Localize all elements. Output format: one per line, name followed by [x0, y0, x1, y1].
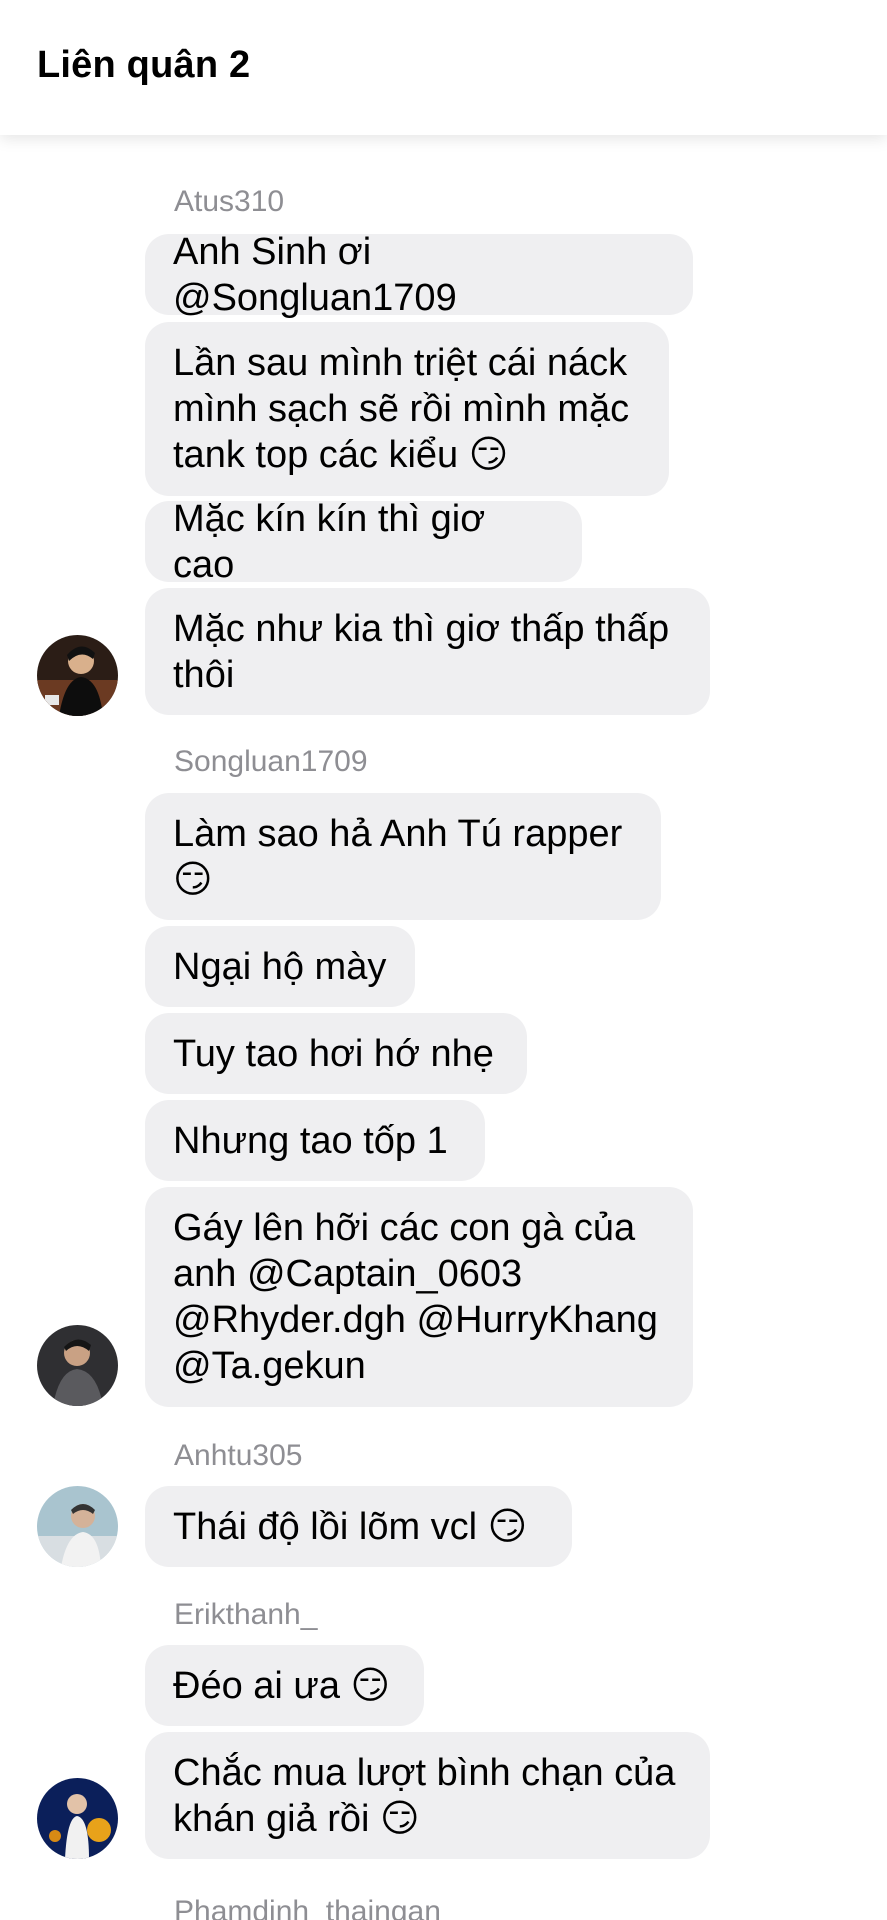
message-bubble[interactable]: Lần sau mình triệt cái náck mình sạch sẽ…: [145, 322, 669, 496]
sender-name: Phamdinh_thaingan: [174, 1895, 441, 1920]
chat-header: Liên quân 2: [0, 0, 887, 135]
message-bubble[interactable]: Anh Sinh ơi @Songluan1709: [145, 231, 693, 319]
sender-name: Anhtu305: [174, 1439, 303, 1472]
message-text: Mặc kín kín thì giơ cao: [173, 497, 486, 586]
avatar-anhtu305[interactable]: [37, 1486, 118, 1567]
message-bubble[interactable]: Mặc như kia thì giơ thấp thấp thôi: [145, 588, 710, 715]
message-text: Làm sao hả Anh Tú rapper 😏: [173, 812, 623, 901]
sender-name: Erikthanh_: [174, 1598, 318, 1631]
message-bubble[interactable]: Chắc mua lượt bình chạn của khán giả rồi…: [145, 1732, 710, 1859]
message-text: Anh Sinh ơi @Songluan1709: [173, 230, 457, 319]
message-text: Nhưng tao tốp 1: [173, 1119, 448, 1162]
message-text: Gáy lên hỡi các con gà của anh @Captain_…: [173, 1207, 658, 1387]
sender-name: Songluan1709: [174, 745, 368, 778]
message-bubble[interactable]: Đéo ai ưa 😏: [145, 1645, 424, 1726]
message-text: Chắc mua lượt bình chạn của khán giả rồi…: [173, 1751, 676, 1840]
avatar-atus310[interactable]: [37, 635, 118, 716]
message-bubble[interactable]: Thái độ lồi lõm vcl 😏: [145, 1486, 572, 1567]
message-text: Lần sau mình triệt cái náck mình sạch sẽ…: [173, 342, 630, 476]
message-bubble[interactable]: Làm sao hả Anh Tú rapper 😏: [145, 793, 661, 920]
message-text: Đéo ai ưa 😏: [173, 1664, 391, 1707]
group-title[interactable]: Liên quân 2: [37, 44, 250, 87]
message-bubble[interactable]: Ngại hộ mày: [145, 926, 415, 1007]
message-bubble[interactable]: Gáy lên hỡi các con gà của anh @Captain_…: [145, 1187, 693, 1407]
message-text: Thái độ lồi lõm vcl 😏: [173, 1505, 528, 1548]
message-bubble[interactable]: Nhưng tao tốp 1: [145, 1100, 485, 1181]
message-text: Tuy tao hơi hớ nhẹ: [173, 1032, 494, 1075]
message-text: Mặc như kia thì giơ thấp thấp thôi: [173, 607, 670, 696]
message-bubble[interactable]: Tuy tao hơi hớ nhẹ: [145, 1013, 527, 1094]
message-bubble[interactable]: Mặc kín kín thì giơ cao: [145, 498, 582, 586]
avatar-songluan1709[interactable]: [37, 1325, 118, 1406]
sender-name: Atus310: [174, 185, 285, 218]
avatar-erikthanh[interactable]: [37, 1778, 118, 1859]
message-list[interactable]: Atus310 Anh Sinh ơi @Songluan1709 Lần sa…: [0, 135, 887, 1920]
message-text: Ngại hộ mày: [173, 945, 387, 988]
